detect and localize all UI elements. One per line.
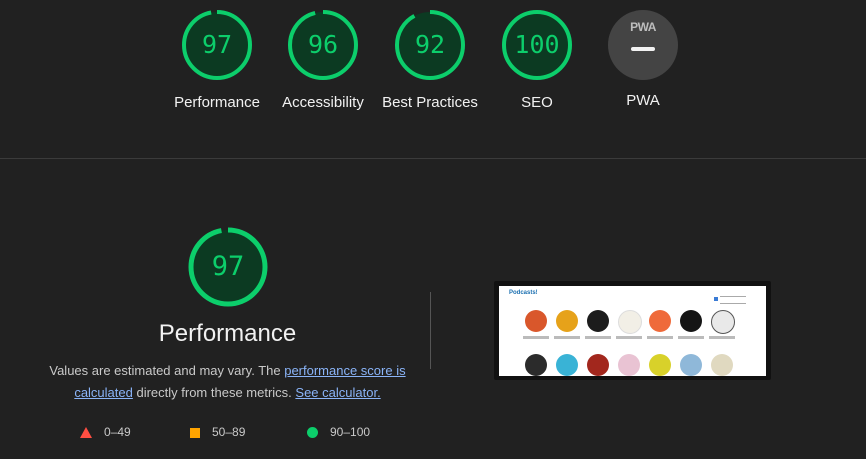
podcast-cover [587,310,609,332]
legend-average: 50–89 [190,424,245,440]
podcast-caption [709,336,735,339]
triangle-icon [80,427,92,439]
pwa-icon: PWA [630,20,656,34]
dash-icon [631,47,655,51]
gauge-accessibility[interactable]: 96 Accessibility [273,8,373,114]
gauge-score: 97 [201,30,233,59]
legend-range: 90–100 [330,425,371,439]
gauge-label: SEO [521,94,553,111]
legend-fail: 0–49 [80,424,131,440]
see-calculator-link[interactable]: See calculator. [295,385,380,400]
gauge-best-practices[interactable]: 92 Best Practices [380,8,480,114]
gauge-performance[interactable]: 97 Performance [167,8,267,114]
performance-gauge: 97 [187,226,269,308]
podcast-cover [680,354,702,376]
podcast-cover [711,310,735,334]
gauge-score: 96 [307,30,339,59]
podcast-cover [711,354,733,376]
legend-range: 0–49 [104,425,131,439]
podcast-cover [649,354,671,376]
section-divider [0,158,866,159]
podcast-cover [556,354,578,376]
podcast-caption [647,336,673,339]
gauge-pwa[interactable]: PWA PWA [593,8,693,112]
gauge-label: PWA [626,92,660,109]
podcast-caption [554,336,580,339]
screenshot-header-decoration [714,296,746,304]
vertical-divider [430,292,431,369]
gauge-score: 92 [414,30,446,59]
legend-range: 50–89 [212,425,246,439]
podcast-caption [585,336,611,339]
gauge-label: Accessibility [282,94,364,111]
gauge-score: 100 [514,30,560,59]
podcast-cover [556,310,578,332]
gauge-seo[interactable]: 100 SEO [487,8,587,114]
screenshot-image: Podcasts! [499,286,766,376]
podcast-cover [618,354,640,376]
podcast-caption [523,336,549,339]
pwa-badge: PWA [608,10,678,80]
description-text: Values are estimated and may vary. The [49,363,285,378]
podcast-cover [525,310,547,332]
circle-icon [307,427,318,439]
gauge-label: Best Practices [382,94,478,111]
podcast-cover [587,354,609,376]
screenshot-heading: Podcasts! [509,290,538,296]
podcast-cover [525,354,547,376]
podcast-cover [618,310,642,334]
podcast-cover [680,310,702,332]
gauge-ring: 100 [500,8,574,82]
category-summary: 97 Performance 96 Accessibility 92 Best … [0,0,866,158]
performance-title: Performance [158,320,297,347]
gauge-label: Performance [174,94,260,111]
gauge-ring: 97 [180,8,254,82]
performance-score: 97 [211,251,245,282]
final-screenshot-thumbnail[interactable]: Podcasts! [494,281,771,380]
description-text-2: directly from these metrics. [132,385,296,400]
gauge-ring: 96 [286,8,360,82]
podcast-caption [616,336,642,339]
podcast-caption [678,336,704,339]
legend-pass: 90–100 [307,424,370,440]
square-icon [190,427,200,438]
podcast-cover [649,310,671,332]
performance-description: Values are estimated and may vary. The p… [30,360,425,404]
gauge-ring: 92 [393,8,467,82]
